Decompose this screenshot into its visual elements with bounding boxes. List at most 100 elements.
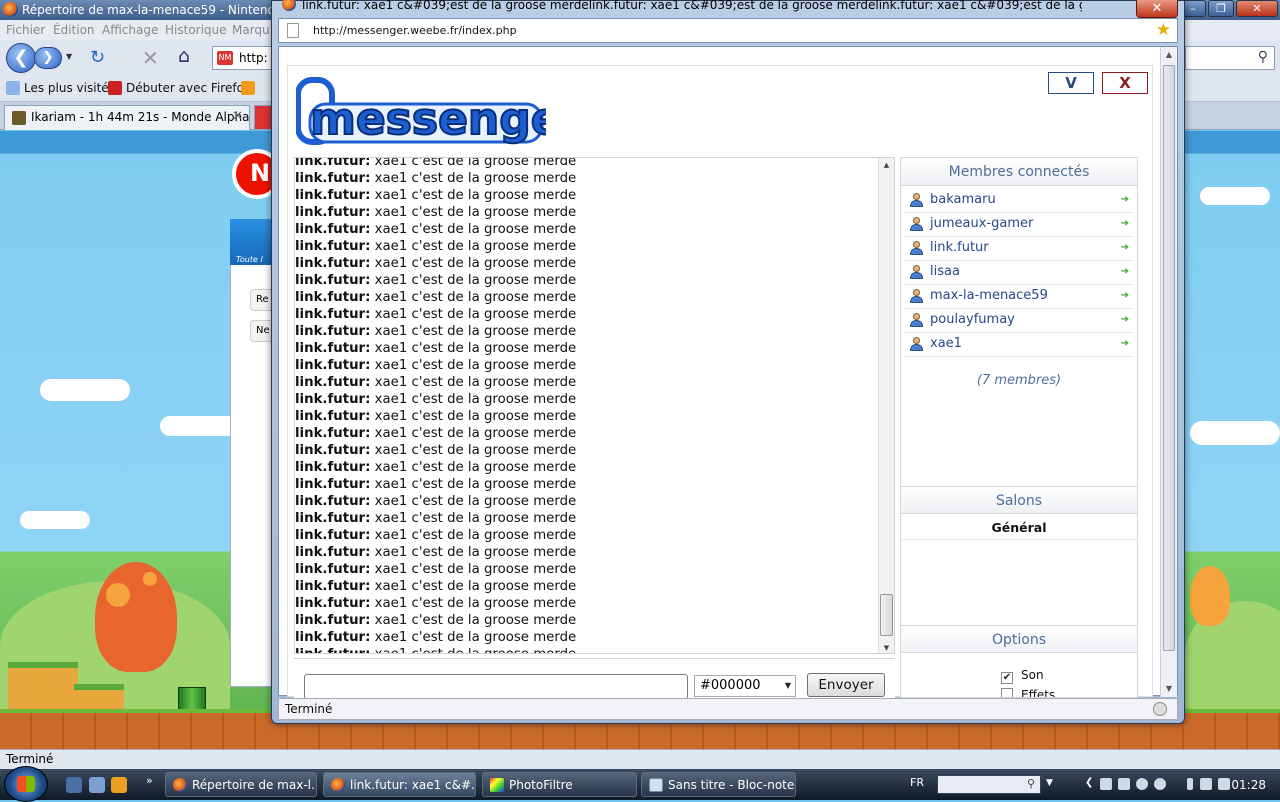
scroll-thumb[interactable]	[880, 594, 893, 636]
menu-affichage[interactable]: Affichage	[102, 23, 158, 37]
menu-marque-pages[interactable]: Marqu	[232, 23, 270, 37]
member-name[interactable]: bakamaru	[930, 192, 996, 207]
start-button[interactable]	[4, 766, 48, 802]
scroll-down-icon[interactable]: ▼	[1161, 681, 1177, 697]
member-item[interactable]: link.futur ➜	[905, 237, 1133, 261]
effects-checkbox[interactable]	[1001, 688, 1013, 697]
rss-bookmark[interactable]	[241, 81, 259, 95]
chat-nick: link.futur:	[295, 188, 371, 203]
private-message-arrow-icon[interactable]: ➜	[1121, 218, 1129, 229]
private-message-arrow-icon[interactable]: ➜	[1121, 266, 1129, 277]
member-name[interactable]: xae1	[930, 336, 962, 351]
minimize-chat-button[interactable]: V	[1048, 72, 1094, 94]
ikariam-icon	[12, 111, 26, 125]
maximize-button[interactable]: ❐	[1208, 0, 1234, 17]
tray-app-icon[interactable]	[1136, 778, 1148, 790]
members-count: (7 membres)	[976, 373, 1062, 388]
close-window-button[interactable]: ✕	[1236, 0, 1278, 17]
site-nav-label[interactable]: Toute l	[236, 255, 263, 264]
member-name[interactable]: max-la-menace59	[930, 288, 1048, 303]
chat-text: xae1 c'est de la groose merde	[370, 647, 577, 653]
user-avatar-icon	[910, 217, 923, 231]
tray-app-icon[interactable]	[1100, 778, 1112, 790]
tab-title: Ikariam - 1h 44m 21s - Monde Alpha	[31, 110, 250, 124]
history-dropdown-icon[interactable]: ▼	[66, 52, 72, 61]
taskbar-button-notepad[interactable]: Sans titre - Bloc-notes	[641, 772, 796, 797]
private-message-arrow-icon[interactable]: ➜	[1121, 242, 1129, 253]
site-favicon: NM	[217, 51, 233, 65]
scroll-down-icon[interactable]: ▼	[879, 641, 894, 653]
private-message-arrow-icon[interactable]: ➜	[1121, 338, 1129, 349]
taskbar-button-firefox-2[interactable]: link.futur: xae1 c&#...	[323, 772, 476, 797]
chat-nick: link.futur:	[295, 460, 371, 475]
chat-text: xae1 c'est de la groose merde	[370, 358, 577, 373]
close-tab-icon[interactable]: ✕	[232, 109, 243, 124]
battery-icon[interactable]	[1187, 778, 1193, 790]
bookmark-most-visited[interactable]: Les plus visités	[6, 81, 115, 95]
scroll-thumb[interactable]	[1163, 65, 1175, 651]
private-message-arrow-icon[interactable]: ➜	[1121, 194, 1129, 205]
search-icon[interactable]: ⚲	[1027, 777, 1035, 790]
network-icon[interactable]	[1200, 778, 1212, 790]
chat-log[interactable]: link.futur: xae1 c'est de la groose merd…	[294, 157, 895, 654]
member-item[interactable]: bakamaru ➜	[905, 189, 1133, 213]
member-item[interactable]: poulayfumay ➜	[905, 309, 1133, 333]
search-box[interactable]: ⚲	[1185, 46, 1275, 70]
color-select[interactable]: #000000 ▼	[694, 675, 796, 697]
chat-message: link.futur: xae1 c'est de la groose merd…	[295, 289, 879, 306]
member-item[interactable]: xae1 ➜	[905, 333, 1133, 357]
scroll-up-icon[interactable]: ▲	[1161, 47, 1177, 63]
menu-historique[interactable]: Historique	[165, 23, 227, 37]
tab-ikariam[interactable]: Ikariam - 1h 44m 21s - Monde Alpha ✕	[4, 105, 250, 130]
member-name[interactable]: lisaa	[930, 264, 960, 279]
media-player-icon[interactable]	[111, 777, 127, 793]
language-indicator[interactable]: FR	[910, 776, 924, 789]
reload-icon[interactable]: ↻	[90, 47, 105, 68]
dropdown-arrow-icon[interactable]: ▼	[1046, 778, 1053, 788]
bookmark-star-icon[interactable]: ★	[1156, 20, 1171, 40]
scroll-up-icon[interactable]: ▲	[879, 158, 894, 172]
home-icon[interactable]: ⌂	[178, 45, 190, 67]
member-name[interactable]: poulayfumay	[930, 312, 1015, 327]
member-item[interactable]: jumeaux-gamer ➜	[905, 213, 1133, 237]
send-button[interactable]: Envoyer	[807, 673, 885, 697]
popup-close-button[interactable]: ✕	[1136, 0, 1178, 18]
popup-scrollbar[interactable]: ▲ ▼	[1160, 47, 1177, 697]
clock[interactable]: 01:28	[1231, 778, 1266, 792]
show-desktop-icon[interactable]	[66, 777, 82, 793]
tray-app-icon[interactable]	[1118, 778, 1130, 790]
member-item[interactable]: lisaa ➜	[905, 261, 1133, 285]
search-icon[interactable]: ⚲	[1258, 49, 1268, 65]
forward-button[interactable]: ❯	[34, 47, 62, 69]
member-name[interactable]: link.futur	[930, 240, 989, 255]
taskbar-button-photofiltre[interactable]: PhotoFiltre	[482, 772, 637, 797]
member-name[interactable]: jumeaux-gamer	[930, 216, 1033, 231]
chat-scrollbar[interactable]: ▲ ▼	[878, 158, 894, 653]
chevron-down-icon: ▼	[784, 681, 791, 690]
quick-launch-overflow-icon[interactable]: »	[146, 774, 153, 787]
member-item[interactable]: max-la-menace59 ➜	[905, 285, 1133, 309]
back-button[interactable]: ❮	[6, 43, 36, 73]
user-avatar-icon	[910, 241, 923, 255]
background-status-bar: Terminé	[0, 749, 1280, 769]
stop-icon[interactable]: ✕	[142, 46, 159, 70]
popup-address-bar[interactable]: http://messenger.weebe.fr/index.php ★	[278, 18, 1178, 43]
volume-icon[interactable]	[1218, 778, 1230, 790]
sound-checkbox[interactable]: ✔	[1001, 672, 1013, 684]
bookmark-getting-started[interactable]: Débuter avec Firefox	[108, 81, 251, 95]
option-sound[interactable]: ✔ Son	[1001, 668, 1044, 684]
close-chat-button[interactable]: X	[1102, 72, 1148, 94]
taskbar-search-box[interactable]: ⚲	[937, 775, 1041, 794]
tray-app-icon[interactable]	[1154, 778, 1166, 790]
option-effects[interactable]: Effets	[1001, 688, 1055, 697]
private-message-arrow-icon[interactable]: ➜	[1121, 290, 1129, 301]
tray-overflow-icon[interactable]: ❮	[1085, 777, 1093, 788]
private-message-arrow-icon[interactable]: ➜	[1121, 314, 1129, 325]
chat-text: xae1 c'est de la groose merde	[370, 596, 577, 611]
user-avatar-icon	[910, 289, 923, 303]
taskbar-button-firefox-1[interactable]: Répertoire de max-l...	[165, 772, 317, 797]
salon-item-general[interactable]: Général	[901, 516, 1137, 540]
switch-windows-icon[interactable]	[89, 777, 105, 793]
menu-fichier[interactable]: Fichier	[6, 23, 45, 37]
menu-edition[interactable]: Édition	[53, 23, 95, 37]
